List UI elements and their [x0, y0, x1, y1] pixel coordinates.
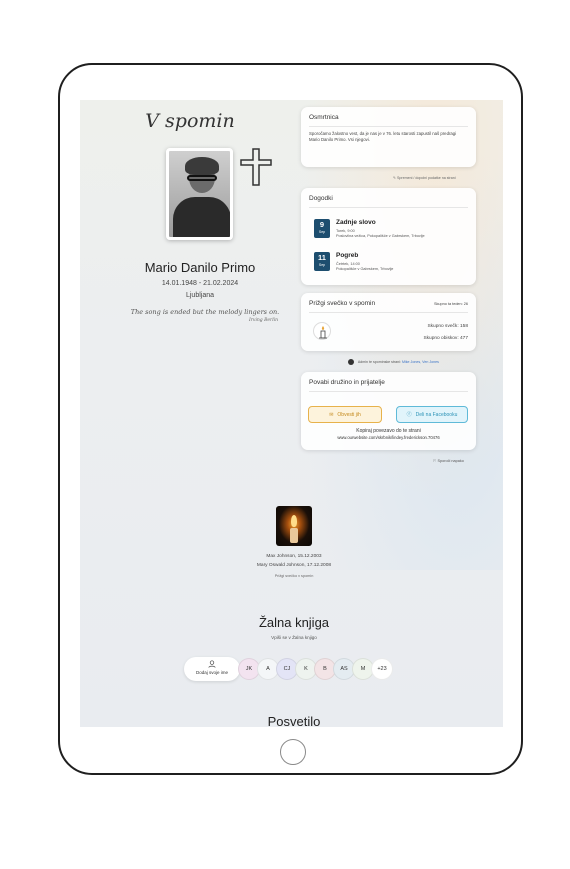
- visits-total: Skupno obiskov: 477: [423, 336, 468, 341]
- invite-card: Povabi družino in prijatelje ✉ Obvesti j…: [301, 372, 476, 450]
- lit-candle-entry: Mary Oswald Johnson, 17.12.2008: [256, 563, 332, 568]
- events-title: Dogodki: [309, 195, 333, 202]
- add-name-label: Dodaj svoje ime: [195, 670, 228, 675]
- home-button[interactable]: [280, 739, 306, 765]
- add-name-button[interactable]: Dodaj svoje ime: [184, 657, 240, 681]
- add-user-icon: [208, 660, 216, 668]
- admin-icon: [348, 359, 354, 365]
- event-month: Sep: [318, 263, 326, 267]
- candle-card[interactable]: Prižgi svečko v spomin Skupno ta teden: …: [301, 293, 476, 351]
- page-url[interactable]: www.ourwebsite.com/skrbnik/lindey.freder…: [301, 435, 476, 440]
- event-month: Sep: [318, 230, 326, 234]
- candle-photo[interactable]: [276, 506, 312, 546]
- event-location: Pokopališče v Gabrskem, Trbovlje: [336, 267, 394, 271]
- light-candle-link[interactable]: Prižgi svečko v spomin: [180, 574, 408, 578]
- cross-icon: [240, 148, 272, 186]
- event-location: Poslovilna vežica, Pokopališče v Gabrske…: [336, 234, 425, 238]
- event-date-badge: 9 Sep: [314, 219, 330, 238]
- city: Ljubljana: [185, 292, 215, 299]
- obituary-text: Sporočamo žalostno vest, da je nas je v …: [309, 131, 457, 142]
- notify-label: Obvesti jih: [337, 411, 361, 418]
- guestbook-title: Žalna knjiga: [258, 615, 330, 630]
- mail-icon: ✉: [329, 411, 334, 418]
- quote-author: Irving Berlin: [248, 318, 278, 323]
- admin-line: Admin te spominske strani: Mike Jones, V…: [348, 359, 439, 365]
- obituary-card: Osmrtnica Sporočamo žalostno vest, da je…: [301, 107, 476, 167]
- facebook-icon: ⓕ: [406, 412, 412, 418]
- invite-title: Povabi družino in prijatelje: [309, 379, 385, 386]
- guestbook-subtitle: Vpiši se v Žalna knjigo: [271, 635, 317, 640]
- guestbook-avatar[interactable]: +23: [371, 658, 393, 680]
- event-title: Pogreb: [336, 252, 359, 259]
- event-time: Četrtek, 14:00: [336, 262, 360, 266]
- event-title: Zadnje slovo: [336, 219, 376, 226]
- candles-total: Skupno svečk: 158: [427, 324, 468, 329]
- portrait-photo: [166, 148, 233, 240]
- share-facebook-button[interactable]: ⓕ Deli na Facebooku: [396, 406, 468, 423]
- events-card: Dogodki 9 Sep Zadnje slovo Torek, 9:00 P…: [301, 188, 476, 285]
- memorial-heading: V spomin: [145, 110, 235, 132]
- event-item[interactable]: 9 Sep Zadnje slovo Torek, 9:00 Posloviln…: [314, 219, 464, 243]
- event-time: Torek, 9:00: [336, 229, 355, 233]
- edit-data-link[interactable]: ✎ Spremeni / dopolni podatke na strani: [393, 176, 456, 180]
- event-date-badge: 11 Sep: [314, 252, 330, 271]
- obituary-title: Osmrtnica: [309, 114, 339, 121]
- event-day: 11: [318, 253, 326, 262]
- report-error-link[interactable]: ⚐ Sporoči napako: [433, 458, 464, 463]
- edit-data-label: Spremeni / dopolni podatke na strani: [397, 176, 456, 180]
- deceased-name: Mario Danilo Primo: [144, 260, 256, 275]
- admin-prefix: Admin te spominske strani:: [357, 359, 401, 364]
- report-label: Sporoči napako: [437, 459, 464, 463]
- notify-button[interactable]: ✉ Obvesti jih: [308, 406, 382, 423]
- event-day: 9: [319, 220, 325, 229]
- candle-icon[interactable]: [313, 322, 331, 340]
- screen: V spomin Mario Danilo Primo 14.01.1948 -…: [80, 100, 503, 727]
- life-dates: 14.01.1948 - 21.02.2024: [161, 280, 239, 287]
- dedication-title: Posvetilo: [267, 714, 321, 727]
- share-label: Deli na Facebooku: [415, 411, 458, 418]
- candles-this-week: Skupno ta teden: 26: [434, 302, 468, 306]
- admin-names-link[interactable]: Mike Jones, Ven Jones: [402, 360, 439, 364]
- lit-candle-entry: Max Johnson, 15.12.2003: [266, 554, 322, 559]
- copy-link-label[interactable]: Kopiraj povezavo do te strani: [301, 428, 476, 434]
- quote: The song is ended but the melody lingers…: [130, 308, 280, 316]
- event-item[interactable]: 11 Sep Pogreb Četrtek, 14:00 Pokopališče…: [314, 252, 464, 276]
